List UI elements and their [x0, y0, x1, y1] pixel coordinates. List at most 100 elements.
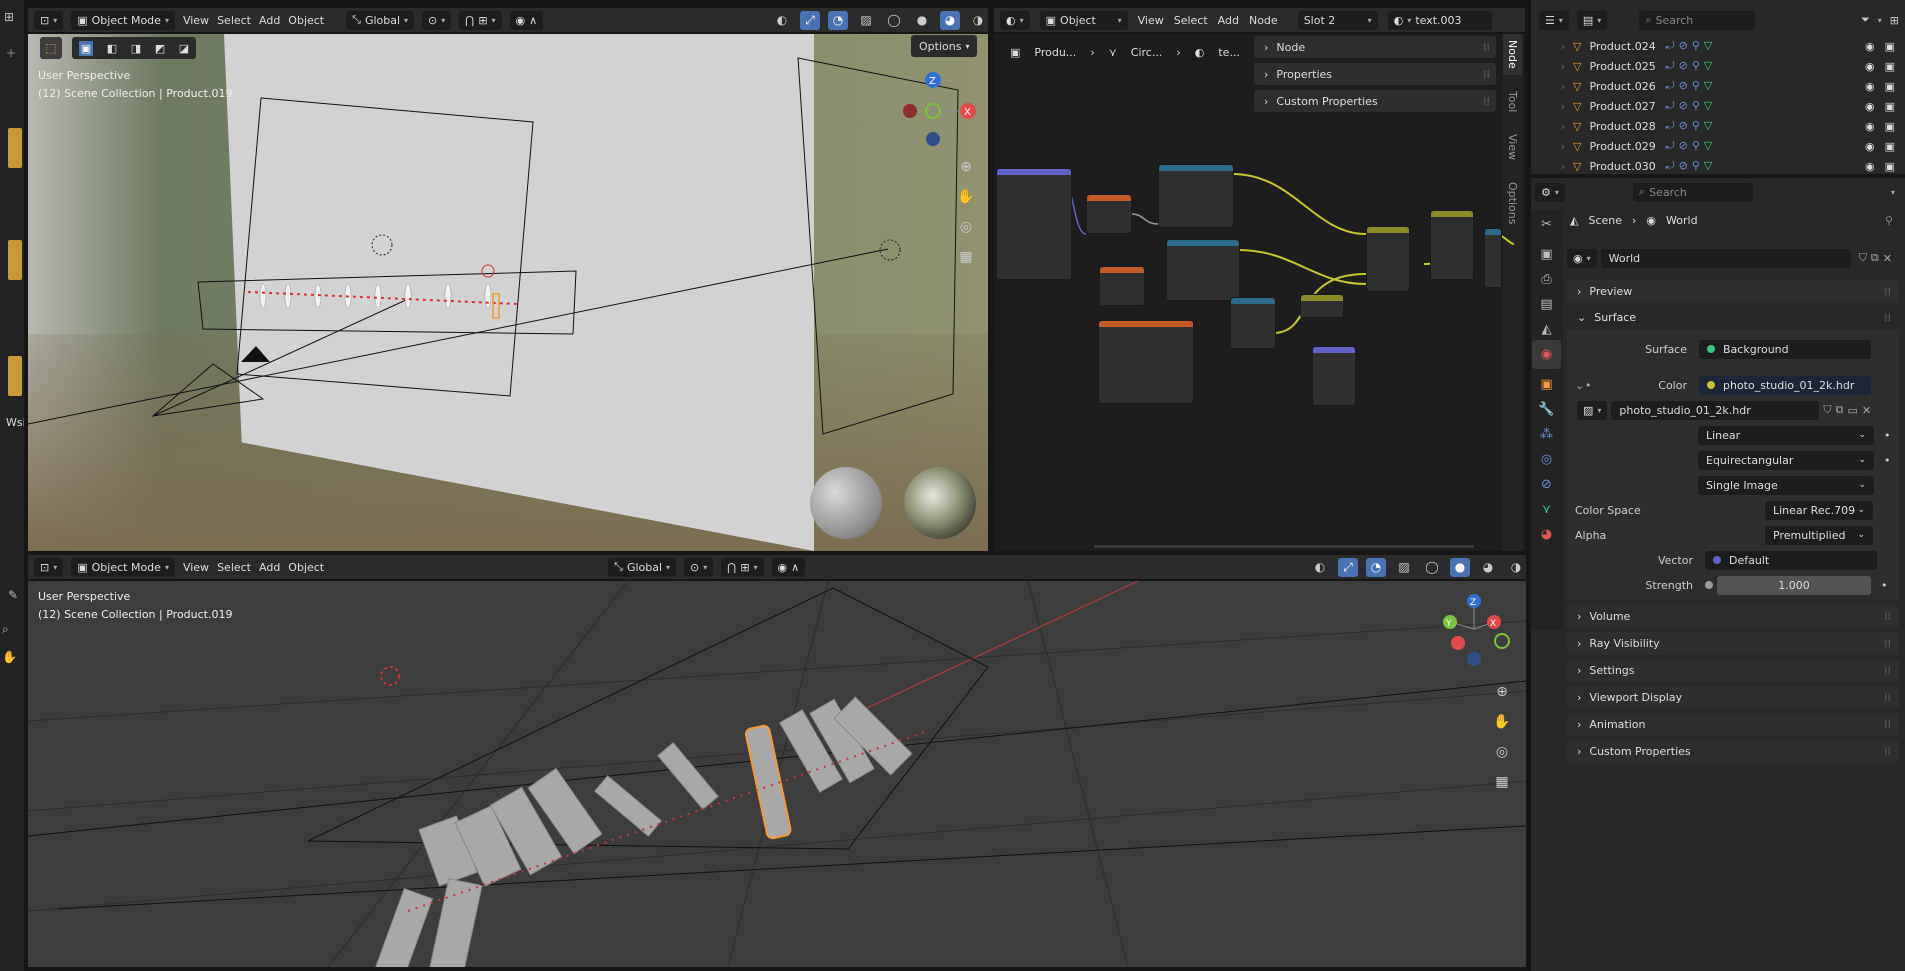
snap-toggle[interactable]: ⋂ ⊞ ▾ — [721, 557, 764, 577]
mode-dropdown[interactable]: ▣ Object Mode ▾ — [71, 557, 175, 577]
node-bump[interactable] — [1312, 346, 1356, 406]
material-selector[interactable]: ◐ ▾ text.003 — [1387, 10, 1492, 30]
add-icon[interactable]: + — [6, 46, 16, 60]
ortho-grid-icon[interactable]: ▦ — [1489, 769, 1515, 795]
zoom-icon[interactable]: ⊕ — [1489, 679, 1515, 705]
alpha-dropdown[interactable]: Premultiplied ⌄ — [1765, 525, 1873, 545]
surface-shader-field[interactable]: Background — [1699, 339, 1871, 359]
node-color-ramp-2[interactable] — [1166, 239, 1240, 301]
world-datablock[interactable]: ◉ ▾ World ⛉ ⧉ ✕ — [1567, 248, 1899, 268]
projection-dropdown[interactable]: Equirectangular ⌄ — [1698, 450, 1874, 470]
hand-icon[interactable]: ✋ — [2, 650, 17, 664]
section-preview[interactable]: › Preview ⁞⁞ — [1567, 280, 1899, 303]
tool-tab-icon[interactable]: ✂ — [1532, 210, 1561, 239]
eye-icon[interactable]: ◉ — [1865, 40, 1875, 53]
solid-shading-icon[interactable]: ● — [912, 11, 932, 30]
neg-z-axis-icon[interactable] — [926, 132, 940, 146]
color-input-field[interactable]: photo_studio_01_2k.hdr — [1699, 375, 1871, 395]
select-extend-icon[interactable]: ◧ — [107, 42, 117, 55]
properties-search[interactable]: ⌕ Search — [1632, 182, 1753, 202]
gizmo-toggle-icon[interactable]: ⤢ — [1338, 557, 1358, 577]
top-viewport[interactable]: User Perspective (12) Scene Collection |… — [28, 34, 988, 551]
camera-view-icon[interactable]: ◎ — [1489, 739, 1515, 765]
transform-orientation-dropdown[interactable]: ⤡ Global ▾ — [608, 557, 677, 577]
select-subtract-icon[interactable]: ◨ — [131, 42, 141, 55]
neg-z-axis-icon[interactable] — [1467, 652, 1481, 666]
editor-type-button[interactable]: ⊡ ▾ — [34, 10, 64, 30]
material-tab-icon[interactable]: ◕ — [1532, 520, 1561, 549]
outliner-row[interactable]: › ▽ Product.027 ⤾⊘⚲▽ ◉ ▣ — [1531, 96, 1905, 116]
menu-view[interactable]: View — [183, 561, 209, 574]
camera-icon[interactable]: ▣ — [1885, 80, 1895, 93]
mode-dropdown[interactable]: ▣ Object Mode ▾ — [71, 10, 175, 30]
section-custom-properties[interactable]: › Custom Properties ⁞⁞ — [1567, 740, 1899, 763]
node-mix[interactable] — [1366, 226, 1410, 292]
image-browse-button[interactable]: ▨ ▾ — [1577, 400, 1608, 420]
node-color-ramp-1[interactable] — [1158, 164, 1234, 228]
outliner-search[interactable]: ⌕ Search — [1639, 10, 1756, 30]
add-collection-icon[interactable]: ⊞ — [1890, 14, 1899, 27]
slot-dropdown[interactable]: Slot 2 ▾ — [1297, 10, 1378, 30]
pan-hand-icon[interactable]: ✋ — [953, 184, 979, 210]
image-name-field[interactable]: photo_studio_01_2k.hdr — [1611, 400, 1820, 420]
solid-shading-icon[interactable]: ● — [1450, 557, 1470, 577]
display-mode-dropdown[interactable]: ▤ ▾ — [1576, 10, 1608, 30]
duplicate-icon[interactable]: ⧉ — [1871, 251, 1879, 265]
eye-icon[interactable]: ◉ — [1865, 120, 1875, 133]
camera-icon[interactable]: ▣ — [1885, 60, 1895, 73]
tool-select-box[interactable]: ⬚ — [40, 37, 62, 59]
section-ray-visibility[interactable]: › Ray Visibility ⁞⁞ — [1567, 632, 1899, 655]
gizmo-toggle-icon[interactable]: ⤢ — [800, 10, 820, 30]
eye-icon[interactable]: ◉ — [1865, 60, 1875, 73]
menu-select[interactable]: Select — [1174, 14, 1208, 27]
node-principled[interactable] — [1484, 228, 1502, 288]
menu-add[interactable]: Add — [259, 561, 280, 574]
section-volume[interactable]: › Volume ⁞⁞ — [1567, 605, 1899, 628]
xray-icon[interactable]: ▨ — [1394, 558, 1414, 577]
transform-orientation-dropdown[interactable]: ⤡ Global ▾ — [346, 10, 415, 30]
node-gradient-texture-2[interactable] — [1099, 266, 1145, 306]
visibility-filter-icon[interactable]: ◐ — [772, 11, 792, 30]
neg-x-axis-icon[interactable] — [903, 104, 917, 118]
neg-y-axis-icon[interactable] — [1494, 633, 1510, 649]
menu-view[interactable]: View — [183, 14, 209, 27]
node-gradient-texture[interactable] — [1086, 194, 1132, 234]
menu-object[interactable]: Object — [288, 561, 324, 574]
axis-gizmo[interactable]: Z X — [888, 64, 978, 154]
editor-type-icon[interactable]: ⊞ — [4, 10, 14, 24]
proportional-toggle[interactable]: ◉ ∧ — [771, 557, 806, 577]
section-settings[interactable]: › Settings ⁞⁞ — [1567, 659, 1899, 682]
chevron-down-icon[interactable]: ▾ — [1891, 188, 1895, 197]
chevron-down-icon[interactable]: ▾ — [1878, 16, 1882, 25]
chevron-down-icon[interactable]: ⌄ — [1567, 379, 1585, 392]
eye-icon[interactable]: ◉ — [1865, 80, 1875, 93]
camera-icon[interactable]: ▣ — [1885, 100, 1895, 113]
filter-icon[interactable]: ⏷ — [1861, 13, 1870, 27]
pin-icon[interactable]: ⚲ — [1885, 214, 1893, 227]
camera-icon[interactable]: ▣ — [1885, 120, 1895, 133]
pan-hand-icon[interactable]: ✋ — [1489, 709, 1515, 735]
fake-user-icon[interactable]: ⛉ — [1823, 403, 1831, 417]
rendered-shading-icon[interactable]: ◑ — [1506, 558, 1526, 577]
editor-type-button[interactable]: ☰ ▾ — [1539, 10, 1569, 30]
menu-select[interactable]: Select — [217, 561, 251, 574]
camera-icon[interactable]: ▣ — [1885, 140, 1895, 153]
fake-user-icon[interactable]: ⛉ — [1859, 251, 1867, 265]
pivot-dropdown[interactable]: ⊙ ▾ — [422, 10, 452, 30]
xray-icon[interactable]: ▨ — [856, 11, 876, 30]
menu-select[interactable]: Select — [217, 14, 251, 27]
outliner-row[interactable]: › ▽ Product.025 ⤾⊘⚲▽ ◉ ▣ — [1531, 56, 1905, 76]
select-intersect-icon[interactable]: ◪ — [179, 42, 189, 55]
rendered-shading-icon[interactable]: ◑ — [968, 11, 988, 30]
node-hue-saturation[interactable] — [1230, 297, 1276, 349]
menu-node[interactable]: Node — [1249, 14, 1278, 27]
select-invert-icon[interactable]: ◩ — [155, 42, 165, 55]
interpolation-dropdown[interactable]: Linear ⌄ — [1698, 425, 1874, 445]
outliner-row[interactable]: › ▽ Product.024 ⤾⊘⚲▽ ◉ ▣ — [1531, 36, 1905, 56]
eye-icon[interactable]: ◉ — [1865, 160, 1875, 173]
axis-gizmo[interactable]: Z X Y — [1432, 589, 1522, 669]
section-surface[interactable]: ⌄ Surface ⁞⁞ — [1567, 306, 1899, 329]
options-button[interactable]: Options ▾ — [911, 35, 978, 57]
node-editor-scrollbar[interactable] — [1094, 545, 1474, 548]
duplicate-icon[interactable]: ⧉ — [1836, 403, 1844, 417]
